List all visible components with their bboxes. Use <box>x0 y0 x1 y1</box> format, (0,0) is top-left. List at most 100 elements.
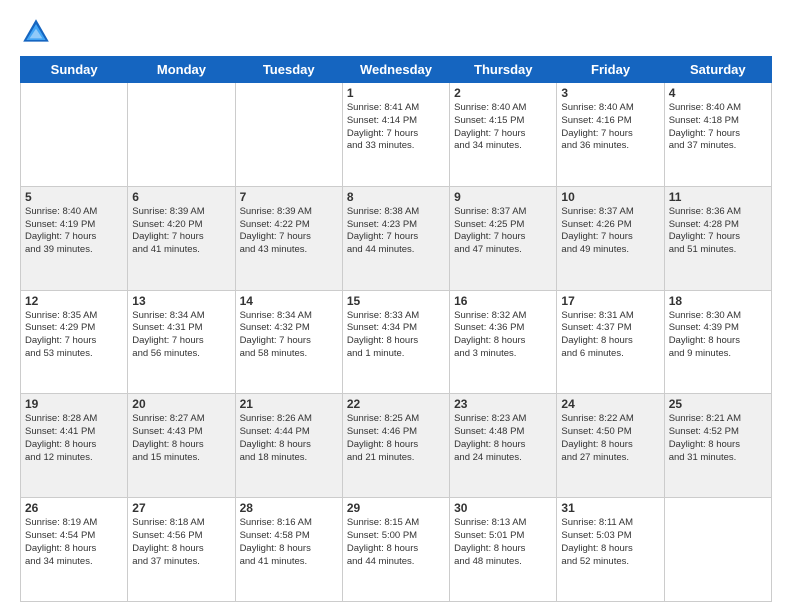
calendar-header-tuesday: Tuesday <box>235 57 342 83</box>
day-info: Sunrise: 8:36 AM Sunset: 4:28 PM Dayligh… <box>669 206 767 257</box>
day-number: 1 <box>347 86 445 100</box>
day-number: 9 <box>454 190 552 204</box>
day-info: Sunrise: 8:40 AM Sunset: 4:15 PM Dayligh… <box>454 102 552 153</box>
day-info: Sunrise: 8:40 AM Sunset: 4:19 PM Dayligh… <box>25 206 123 257</box>
day-number: 19 <box>25 397 123 411</box>
day-number: 11 <box>669 190 767 204</box>
calendar-cell: 12 Sunrise: 8:35 AM Sunset: 4:29 PM Dayli… <box>21 290 128 394</box>
day-info: Sunrise: 8:41 AM Sunset: 4:14 PM Dayligh… <box>347 102 445 153</box>
day-number: 12 <box>25 294 123 308</box>
day-number: 28 <box>240 501 338 515</box>
calendar-cell: 10Sunrise: 8:37 AM Sunset: 4:26 PM Dayli… <box>557 186 664 290</box>
day-info: Sunrise: 8:11 AM Sunset: 5:03 PM Dayligh… <box>561 517 659 568</box>
calendar-cell: 27 Sunrise: 8:18 AM Sunset: 4:56 PM Dayli… <box>128 498 235 602</box>
calendar-cell: 16 Sunrise: 8:32 AM Sunset: 4:36 PM Dayli… <box>450 290 557 394</box>
day-info: Sunrise: 8:38 AM Sunset: 4:23 PM Dayligh… <box>347 206 445 257</box>
calendar-cell: 28 Sunrise: 8:16 AM Sunset: 4:58 PM Dayli… <box>235 498 342 602</box>
calendar-week-row: 1 Sunrise: 8:41 AM Sunset: 4:14 PM Daylig… <box>21 83 772 187</box>
day-info: Sunrise: 8:28 AM Sunset: 4:41 PM Dayligh… <box>25 413 123 464</box>
logo <box>20 16 54 48</box>
calendar-cell: 17 Sunrise: 8:31 AM Sunset: 4:37 PM Dayli… <box>557 290 664 394</box>
day-number: 24 <box>561 397 659 411</box>
day-info: Sunrise: 8:22 AM Sunset: 4:50 PM Dayligh… <box>561 413 659 464</box>
calendar-week-row: 19 Sunrise: 8:28 AM Sunset: 4:41 PM Dayli… <box>21 394 772 498</box>
day-number: 20 <box>132 397 230 411</box>
day-info: Sunrise: 8:33 AM Sunset: 4:34 PM Dayligh… <box>347 310 445 361</box>
day-info: Sunrise: 8:31 AM Sunset: 4:37 PM Dayligh… <box>561 310 659 361</box>
calendar-cell: 26 Sunrise: 8:19 AM Sunset: 4:54 PM Dayli… <box>21 498 128 602</box>
calendar-cell <box>21 83 128 187</box>
calendar-cell: 6 Sunrise: 8:39 AM Sunset: 4:20 PM Daylig… <box>128 186 235 290</box>
day-number: 31 <box>561 501 659 515</box>
day-number: 14 <box>240 294 338 308</box>
day-info: Sunrise: 8:25 AM Sunset: 4:46 PM Dayligh… <box>347 413 445 464</box>
calendar-cell: 14 Sunrise: 8:34 AM Sunset: 4:32 PM Dayli… <box>235 290 342 394</box>
calendar-header-thursday: Thursday <box>450 57 557 83</box>
day-number: 7 <box>240 190 338 204</box>
calendar-header-row: SundayMondayTuesdayWednesdayThursdayFrid… <box>21 57 772 83</box>
day-info: Sunrise: 8:34 AM Sunset: 4:32 PM Dayligh… <box>240 310 338 361</box>
day-number: 15 <box>347 294 445 308</box>
calendar-week-row: 12 Sunrise: 8:35 AM Sunset: 4:29 PM Dayli… <box>21 290 772 394</box>
day-info: Sunrise: 8:32 AM Sunset: 4:36 PM Dayligh… <box>454 310 552 361</box>
calendar-cell: 21 Sunrise: 8:26 AM Sunset: 4:44 PM Dayli… <box>235 394 342 498</box>
day-info: Sunrise: 8:37 AM Sunset: 4:26 PM Dayligh… <box>561 206 659 257</box>
day-info: Sunrise: 8:19 AM Sunset: 4:54 PM Dayligh… <box>25 517 123 568</box>
calendar-cell: 18Sunrise: 8:30 AM Sunset: 4:39 PM Dayli… <box>664 290 771 394</box>
calendar-cell: 22 Sunrise: 8:25 AM Sunset: 4:46 PM Dayli… <box>342 394 449 498</box>
day-info: Sunrise: 8:35 AM Sunset: 4:29 PM Dayligh… <box>25 310 123 361</box>
day-info: Sunrise: 8:26 AM Sunset: 4:44 PM Dayligh… <box>240 413 338 464</box>
calendar-header-sunday: Sunday <box>21 57 128 83</box>
day-info: Sunrise: 8:40 AM Sunset: 4:18 PM Dayligh… <box>669 102 767 153</box>
calendar-header-friday: Friday <box>557 57 664 83</box>
header <box>20 16 772 48</box>
calendar-header-monday: Monday <box>128 57 235 83</box>
day-info: Sunrise: 8:21 AM Sunset: 4:52 PM Dayligh… <box>669 413 767 464</box>
calendar-week-row: 26 Sunrise: 8:19 AM Sunset: 4:54 PM Dayli… <box>21 498 772 602</box>
day-number: 16 <box>454 294 552 308</box>
calendar-cell: 15 Sunrise: 8:33 AM Sunset: 4:34 PM Dayli… <box>342 290 449 394</box>
calendar-cell: 20 Sunrise: 8:27 AM Sunset: 4:43 PM Dayli… <box>128 394 235 498</box>
day-info: Sunrise: 8:23 AM Sunset: 4:48 PM Dayligh… <box>454 413 552 464</box>
day-info: Sunrise: 8:39 AM Sunset: 4:20 PM Dayligh… <box>132 206 230 257</box>
day-number: 4 <box>669 86 767 100</box>
day-info: Sunrise: 8:27 AM Sunset: 4:43 PM Dayligh… <box>132 413 230 464</box>
calendar-cell: 25 Sunrise: 8:21 AM Sunset: 4:52 PM Dayli… <box>664 394 771 498</box>
calendar-cell: 4 Sunrise: 8:40 AM Sunset: 4:18 PM Daylig… <box>664 83 771 187</box>
calendar-cell: 24 Sunrise: 8:22 AM Sunset: 4:50 PM Dayli… <box>557 394 664 498</box>
calendar-cell: 8 Sunrise: 8:38 AM Sunset: 4:23 PM Daylig… <box>342 186 449 290</box>
day-number: 17 <box>561 294 659 308</box>
day-number: 22 <box>347 397 445 411</box>
day-info: Sunrise: 8:39 AM Sunset: 4:22 PM Dayligh… <box>240 206 338 257</box>
day-number: 21 <box>240 397 338 411</box>
day-number: 6 <box>132 190 230 204</box>
day-number: 27 <box>132 501 230 515</box>
calendar-cell: 9 Sunrise: 8:37 AM Sunset: 4:25 PM Daylig… <box>450 186 557 290</box>
day-number: 30 <box>454 501 552 515</box>
day-number: 13 <box>132 294 230 308</box>
calendar-cell: 7 Sunrise: 8:39 AM Sunset: 4:22 PM Daylig… <box>235 186 342 290</box>
calendar-cell <box>664 498 771 602</box>
calendar-cell: 23 Sunrise: 8:23 AM Sunset: 4:48 PM Dayli… <box>450 394 557 498</box>
calendar-header-saturday: Saturday <box>664 57 771 83</box>
day-number: 23 <box>454 397 552 411</box>
day-number: 2 <box>454 86 552 100</box>
day-number: 26 <box>25 501 123 515</box>
day-info: Sunrise: 8:34 AM Sunset: 4:31 PM Dayligh… <box>132 310 230 361</box>
day-info: Sunrise: 8:13 AM Sunset: 5:01 PM Dayligh… <box>454 517 552 568</box>
calendar-cell: 5 Sunrise: 8:40 AM Sunset: 4:19 PM Daylig… <box>21 186 128 290</box>
day-info: Sunrise: 8:16 AM Sunset: 4:58 PM Dayligh… <box>240 517 338 568</box>
day-number: 5 <box>25 190 123 204</box>
day-number: 8 <box>347 190 445 204</box>
day-info: Sunrise: 8:18 AM Sunset: 4:56 PM Dayligh… <box>132 517 230 568</box>
calendar-cell: 19 Sunrise: 8:28 AM Sunset: 4:41 PM Dayli… <box>21 394 128 498</box>
calendar-cell <box>128 83 235 187</box>
calendar-cell: 13 Sunrise: 8:34 AM Sunset: 4:31 PM Dayli… <box>128 290 235 394</box>
calendar-cell: 31 Sunrise: 8:11 AM Sunset: 5:03 PM Dayli… <box>557 498 664 602</box>
day-info: Sunrise: 8:37 AM Sunset: 4:25 PM Dayligh… <box>454 206 552 257</box>
day-info: Sunrise: 8:30 AM Sunset: 4:39 PM Dayligh… <box>669 310 767 361</box>
calendar-cell: 2 Sunrise: 8:40 AM Sunset: 4:15 PM Daylig… <box>450 83 557 187</box>
calendar-cell: 29Sunrise: 8:15 AM Sunset: 5:00 PM Dayli… <box>342 498 449 602</box>
calendar-cell: 1 Sunrise: 8:41 AM Sunset: 4:14 PM Daylig… <box>342 83 449 187</box>
day-number: 25 <box>669 397 767 411</box>
